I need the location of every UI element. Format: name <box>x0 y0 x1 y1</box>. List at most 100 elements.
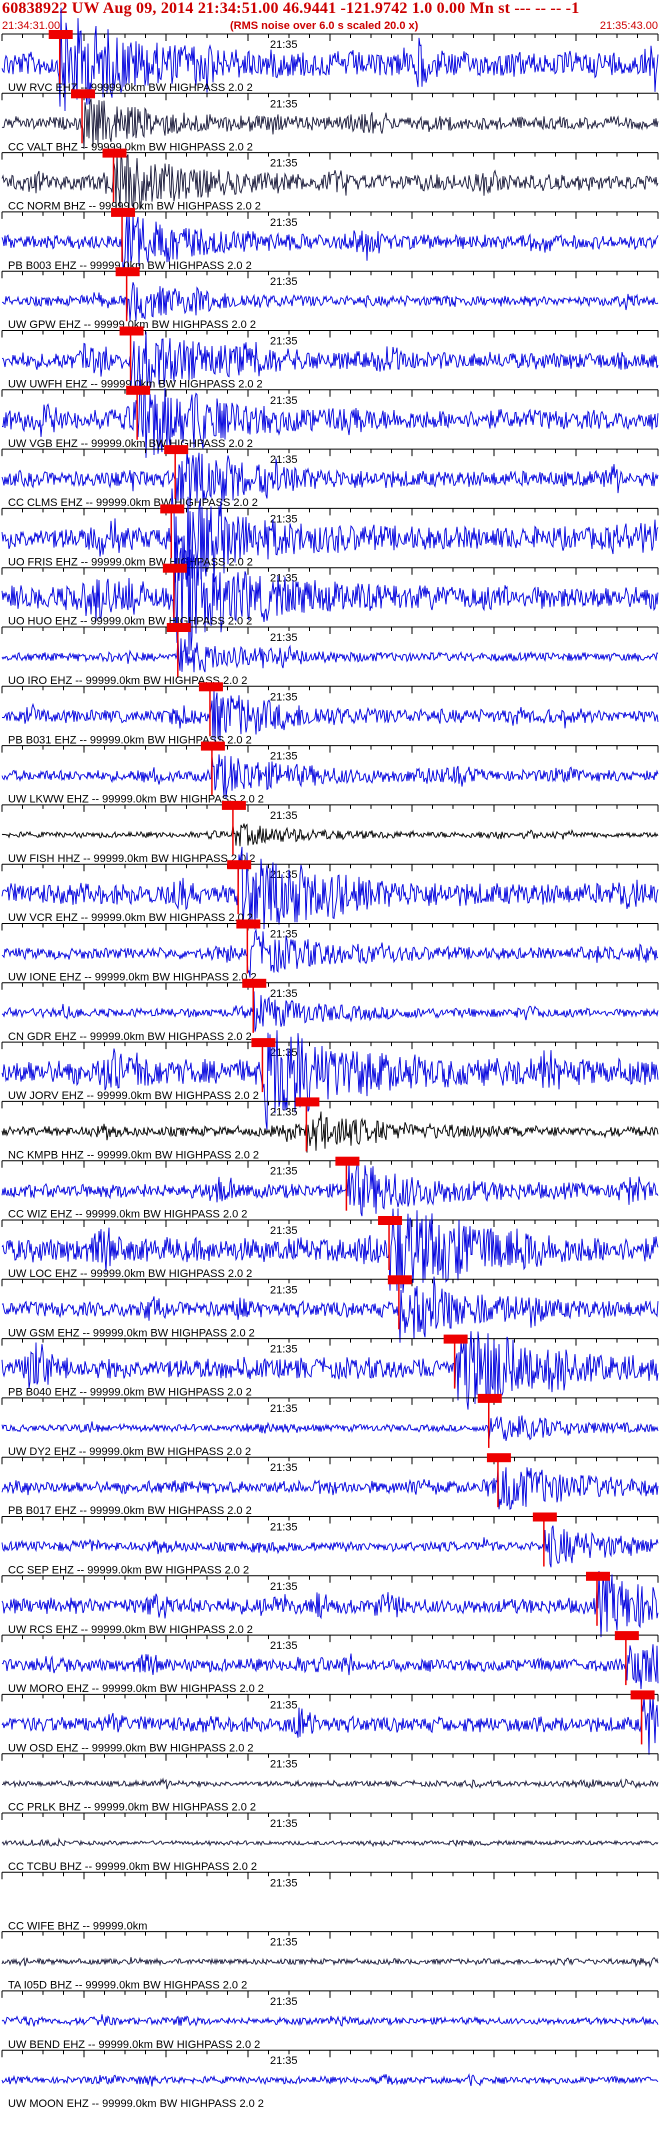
pick-marker <box>160 504 185 514</box>
waveform-trace <box>1 637 659 673</box>
waveform-trace <box>1 1956 659 1969</box>
time-tick-label: 21:35 <box>270 39 298 51</box>
pick-marker <box>115 267 140 277</box>
time-tick-label: 21:35 <box>270 1225 298 1237</box>
time-tick-label: 21:35 <box>270 1759 298 1771</box>
pick-marker <box>630 1690 655 1700</box>
pick-marker <box>236 919 261 929</box>
waveform-trace <box>1 1111 659 1153</box>
pick-marker <box>585 1571 610 1581</box>
station-label: UW OSD EHZ -- 99999.0km BW HIGHPASS 2.0 … <box>8 1742 254 1754</box>
station-label: CC WIFE BHZ -- 99999.0km <box>8 1920 147 1932</box>
time-tick-label: 21:35 <box>270 1996 298 2008</box>
station-label: CC TCBU BHZ -- 99999.0km BW HIGHPASS 2.0… <box>8 1861 257 1873</box>
pick-marker <box>71 89 96 99</box>
time-tick-label: 21:35 <box>270 1166 298 1178</box>
station-label: UW RCS EHZ -- 99999.0km BW HIGHPASS 2.0 … <box>8 1624 253 1636</box>
station-label: UW GSM EHZ -- 99999.0km BW HIGHPASS 2.0 … <box>8 1327 255 1339</box>
station-label: UW LOC EHZ -- 99999.0km BW HIGHPASS 2.0 … <box>8 1268 252 1280</box>
pick-marker <box>532 1512 557 1522</box>
time-tick-label: 21:35 <box>270 158 298 170</box>
waveform-trace <box>1 2014 659 2027</box>
waveform-trace <box>1 1415 659 1441</box>
time-tick-label: 21:35 <box>270 1284 298 1296</box>
station-label: TA I05D BHZ -- 99999.0km BW HIGHPASS 2.0… <box>8 1980 247 1992</box>
time-tick-label: 21:35 <box>270 2055 298 2067</box>
time-tick-label: 21:35 <box>270 1640 298 1652</box>
station-label: PB B040 EHZ -- 99999.0km BW HIGHPASS 2.0… <box>8 1387 252 1399</box>
station-label: CN GDR EHZ -- 99999.0km BW HIGHPASS 2.0 … <box>8 1031 252 1043</box>
pick-marker <box>166 623 191 632</box>
waveform-trace <box>1 1467 659 1511</box>
pick-marker <box>443 1334 468 1344</box>
time-tick-label: 21:35 <box>270 217 298 229</box>
station-label: CC PRLK BHZ -- 99999.0km BW HIGHPASS 2.0… <box>8 1802 256 1814</box>
pick-marker <box>164 445 189 455</box>
waveform-trace <box>1 2073 659 2087</box>
waveform-trace <box>2 1777 659 1790</box>
pick-marker <box>295 1097 320 1107</box>
time-tick-label: 21:35 <box>270 1877 298 1889</box>
time-tick-label: 21:35 <box>270 1106 298 1118</box>
pick-marker <box>251 1038 276 1048</box>
waveform-trace <box>1 991 659 1032</box>
station-label: CC SEP EHZ -- 99999.0km BW HIGHPASS 2.0 … <box>8 1565 249 1577</box>
waveform-trace <box>1 754 659 799</box>
seismogram-plot: 21:35 UW RVC EHZ -- 99999.0km BW HIGHPASS… <box>1 7 659 2110</box>
station-label: UW MOON EHZ -- 99999.0km BW HIGHPASS 2.0… <box>8 2098 264 2110</box>
station-label: CC VALT BHZ -- 99999.0km BW HIGHPASS 2.0… <box>8 141 253 153</box>
time-tick-label: 21:35 <box>270 98 298 110</box>
time-tick-label: 21:35 <box>270 1818 298 1830</box>
pick-marker <box>198 682 223 692</box>
station-label: UW MORO EHZ -- 99999.0km BW HIGHPASS 2.0… <box>8 1683 264 1695</box>
station-label: NC KMPB HHZ -- 99999.0km BW HIGHPASS 2.0… <box>8 1149 259 1161</box>
pick-marker <box>335 1156 360 1166</box>
station-label: PB B017 EHZ -- 99999.0km BW HIGHPASS 2.0… <box>8 1505 252 1517</box>
time-tick-label: 21:35 <box>270 988 298 1000</box>
station-label: UW VGB EHZ -- 99999.0km BW HIGHPASS 2.0 … <box>8 438 253 450</box>
station-label: UW BEND EHZ -- 99999.0km BW HIGHPASS 2.0… <box>8 2039 260 2051</box>
pick-marker <box>221 800 246 810</box>
waveform-trace <box>1 928 659 978</box>
pick-marker <box>242 978 267 988</box>
waveform-trace <box>1 1837 659 1848</box>
waveform-trace <box>1 1525 659 1568</box>
pick-marker <box>126 385 151 395</box>
time-tick-label: 21:35 <box>270 810 298 822</box>
station-label: UO FRIS EHZ -- 99999.0km BW HIGHPASS 2.0… <box>8 556 253 568</box>
pick-marker <box>387 1275 412 1285</box>
pick-marker <box>378 1216 403 1225</box>
station-label: UW JORV EHZ -- 99999.0km BW HIGHPASS 2.0… <box>8 1090 259 1102</box>
station-label: UW IONE EHZ -- 99999.0km BW HIGHPASS 2.0… <box>8 972 257 984</box>
time-tick-label: 21:35 <box>270 1522 298 1534</box>
time-tick-label: 21:35 <box>270 1403 298 1415</box>
station-label: UW DY2 EHZ -- 99999.0km BW HIGHPASS 2.0 … <box>8 1446 251 1458</box>
pick-marker <box>227 860 252 870</box>
station-label: UW FISH HHZ -- 99999.0km BW HIGHPASS 2.0… <box>8 853 255 865</box>
time-tick-label: 21:35 <box>270 1462 298 1474</box>
station-label: UO HUO EHZ -- 99999.0km BW HIGHPASS 2.0 … <box>8 616 252 628</box>
time-tick-label: 21:35 <box>270 454 298 466</box>
time-tick-label: 21:35 <box>270 1699 298 1711</box>
time-tick-label: 21:35 <box>270 751 298 763</box>
time-tick-label: 21:35 <box>270 1581 298 1593</box>
pick-marker <box>111 207 136 217</box>
time-tick-label: 21:35 <box>270 869 298 881</box>
pick-marker <box>477 1393 502 1403</box>
pick-marker <box>119 326 144 336</box>
pick-marker <box>200 741 225 751</box>
waveform-trace <box>1 823 659 847</box>
pick-marker <box>486 1453 511 1463</box>
time-tick-label: 21:35 <box>270 276 298 288</box>
station-label: CC WIZ EHZ -- 99999.0km BW HIGHPASS 2.0 … <box>8 1209 247 1221</box>
station-label: UW VCR EHZ -- 99999.0km BW HIGHPASS 2.0 … <box>8 912 253 924</box>
pick-marker <box>614 1631 639 1641</box>
station-label: UW RVC EHZ -- 99999.0km BW HIGHPASS 2.0 … <box>8 82 253 94</box>
pick-marker <box>162 563 187 573</box>
time-tick-label: 21:35 <box>270 632 298 644</box>
pick-marker <box>48 30 73 39</box>
time-tick-label: 21:35 <box>270 336 298 348</box>
time-tick-label: 21:35 <box>270 513 298 525</box>
time-tick-label: 21:35 <box>270 1937 298 1949</box>
time-tick-label: 21:35 <box>270 929 298 941</box>
